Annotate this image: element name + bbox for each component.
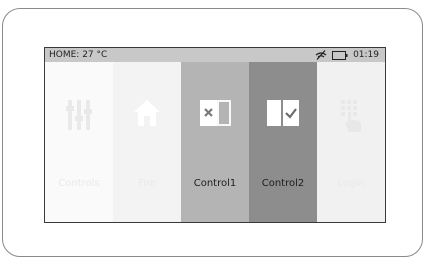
status-bar: HOME: 27 °C 01:19 bbox=[45, 48, 385, 63]
tile-fire[interactable]: Fire bbox=[113, 62, 181, 222]
touch-screen: HOME: 27 °C 01:19 Controls Fire Control1… bbox=[44, 47, 386, 223]
clock: 01:19 bbox=[353, 50, 379, 60]
tile-controls[interactable]: Controls bbox=[45, 62, 113, 222]
door-x-icon bbox=[200, 100, 231, 126]
tile-control2-label: Control2 bbox=[261, 178, 305, 189]
tile-login-label: Login bbox=[337, 178, 365, 189]
tile-controls-label: Controls bbox=[58, 178, 100, 189]
house-icon bbox=[134, 100, 160, 126]
tile-login[interactable]: Login bbox=[317, 62, 385, 222]
door-check-icon bbox=[267, 100, 299, 126]
touch-keypad-icon bbox=[341, 100, 361, 132]
status-indicators: 01:19 bbox=[315, 48, 379, 62]
tile-control1[interactable]: Control1 bbox=[181, 62, 249, 222]
no-signal-icon bbox=[315, 50, 327, 60]
tile-fire-label: Fire bbox=[138, 178, 156, 189]
tile-menu: Controls Fire Control1 Control2 Login bbox=[45, 62, 385, 222]
sliders-icon bbox=[66, 100, 92, 130]
battery-icon bbox=[332, 50, 348, 60]
home-temperature: HOME: 27 °C bbox=[49, 50, 108, 60]
tile-control2[interactable]: Control2 bbox=[249, 62, 317, 222]
tile-control1-label: Control1 bbox=[193, 178, 237, 189]
